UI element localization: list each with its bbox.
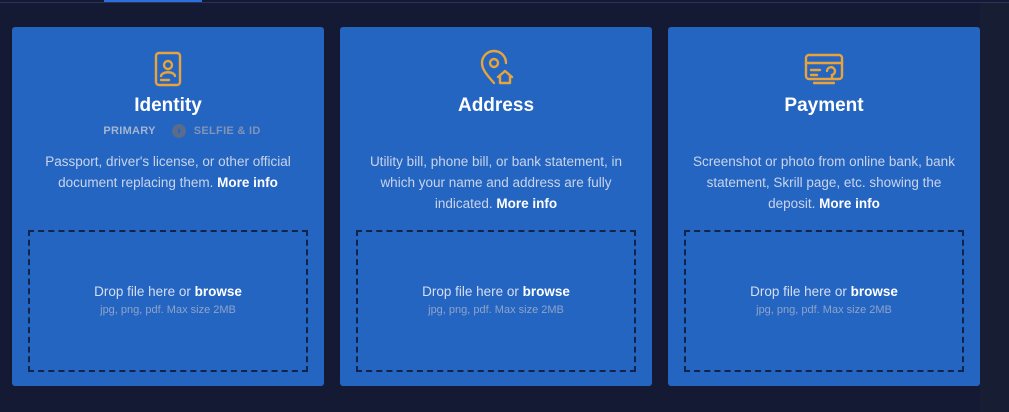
card-description: Utility bill, phone bill, or bank statem…	[360, 151, 632, 214]
more-info-link[interactable]: More info	[217, 175, 278, 190]
right-panel-edge	[980, 3, 1009, 412]
file-hint: jpg, png, pdf. Max size 2MB	[100, 304, 236, 316]
drop-text: Drop file here or browse	[422, 284, 570, 299]
drop-label: Drop file here or	[94, 284, 191, 299]
address-card: Address Utility bill, phone bill, or ban…	[340, 27, 652, 386]
file-dropzone[interactable]: Drop file here or browse jpg, png, pdf. …	[356, 230, 636, 372]
payment-card-icon	[668, 49, 980, 89]
card-title: Address	[457, 95, 535, 116]
more-info-link[interactable]: More info	[819, 196, 880, 211]
file-hint: jpg, png, pdf. Max size 2MB	[428, 304, 564, 316]
file-dropzone[interactable]: Drop file here or browse jpg, png, pdf. …	[28, 230, 308, 372]
file-dropzone[interactable]: Drop file here or browse jpg, png, pdf. …	[684, 230, 964, 372]
step-primary-label[interactable]: PRIMARY	[103, 125, 155, 137]
browse-link[interactable]: browse	[523, 284, 570, 299]
drop-text: Drop file here or browse	[94, 284, 242, 299]
id-steps: PRIMARY SELFIE & ID	[12, 124, 324, 138]
identity-card: Identity PRIMARY SELFIE & ID Passport, d…	[12, 27, 324, 386]
id-card-icon	[12, 49, 324, 89]
top-divider	[0, 2, 1009, 3]
active-tab-indicator	[104, 0, 202, 2]
file-hint: jpg, png, pdf. Max size 2MB	[756, 304, 892, 316]
browse-link[interactable]: browse	[195, 284, 242, 299]
more-info-link[interactable]: More info	[496, 196, 557, 211]
payment-card: Payment Screenshot or photo from online …	[668, 27, 980, 386]
card-description: Screenshot or photo from online bank, ba…	[688, 151, 960, 214]
drop-label: Drop file here or	[750, 284, 847, 299]
location-home-icon	[340, 49, 652, 89]
card-title: Payment	[784, 95, 864, 116]
browse-link[interactable]: browse	[851, 284, 898, 299]
drop-label: Drop file here or	[422, 284, 519, 299]
step-selfie-label[interactable]: SELFIE & ID	[194, 125, 261, 137]
card-title: Identity	[134, 95, 202, 116]
drop-text: Drop file here or browse	[750, 284, 898, 299]
card-description: Passport, driver's license, or other off…	[32, 151, 304, 193]
chevron-right-icon	[171, 124, 186, 138]
